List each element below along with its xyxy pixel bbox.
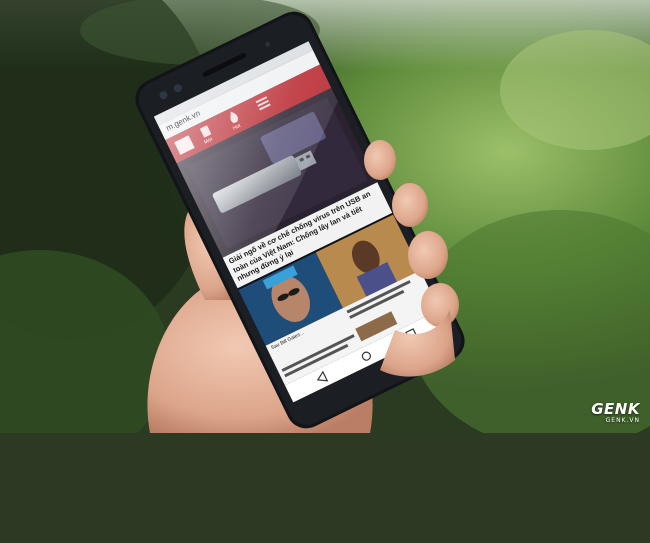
photo-scene [0, 0, 650, 433]
watermark-site: GENK.VN [605, 417, 640, 424]
watermark-brand: GENK [591, 400, 640, 418]
genk-watermark: GENK GENK.VN [591, 402, 640, 424]
